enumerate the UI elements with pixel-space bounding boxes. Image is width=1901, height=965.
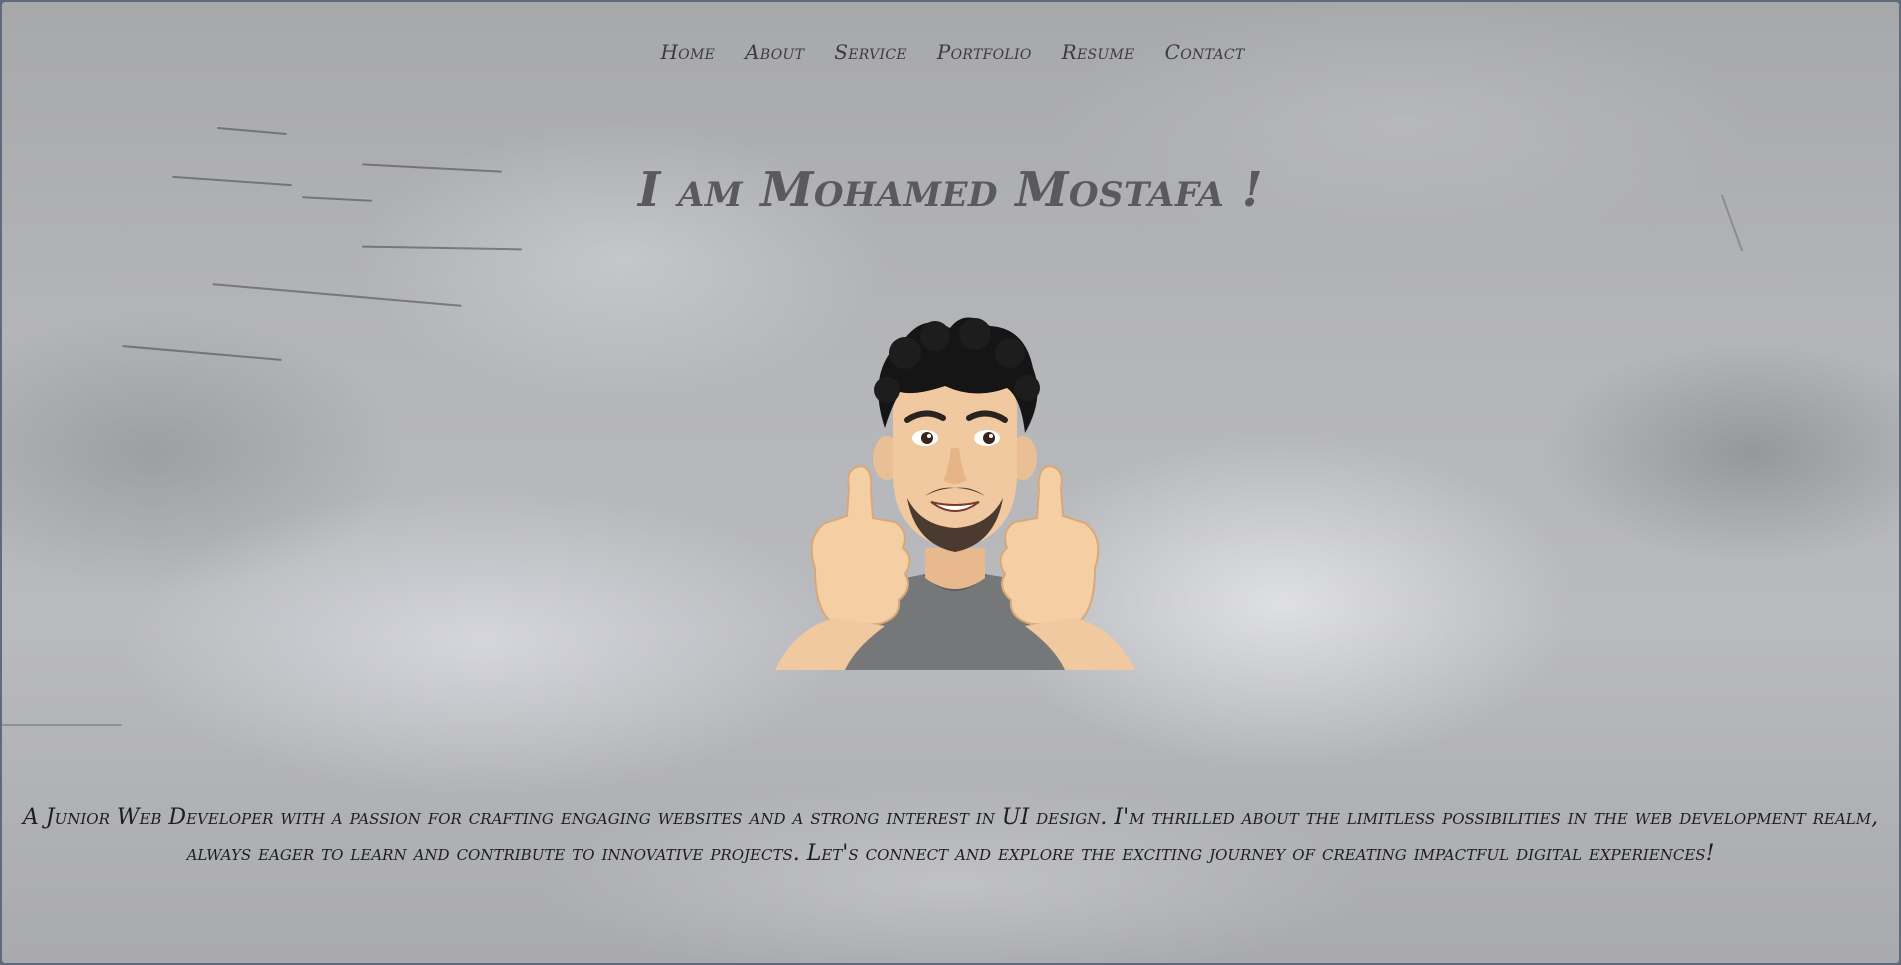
page-background: Home About Service Portfolio Resume Cont… [2,2,1899,963]
texture-scratch [212,283,462,307]
texture-scratch [361,245,523,251]
thumbs-up-avatar-icon [775,308,1135,670]
nav-home-link[interactable]: Home [660,40,715,64]
nav-about-link[interactable]: About [745,40,804,64]
nav-portfolio-link[interactable]: Portfolio [937,40,1032,64]
nav-service-link[interactable]: Service [834,40,907,64]
bio-text: A Junior Web Developer with a passion fo… [22,805,1879,866]
nav-contact-link[interactable]: Contact [1165,40,1245,64]
hero-title: I am Mohamed Mostafa ! [637,162,1264,218]
texture-scratch [217,126,287,136]
texture-scratch [2,724,122,726]
main-nav: Home About Service Portfolio Resume Cont… [2,40,1899,64]
nav-resume-link[interactable]: Resume [1062,40,1135,64]
texture-scratch [122,345,282,361]
